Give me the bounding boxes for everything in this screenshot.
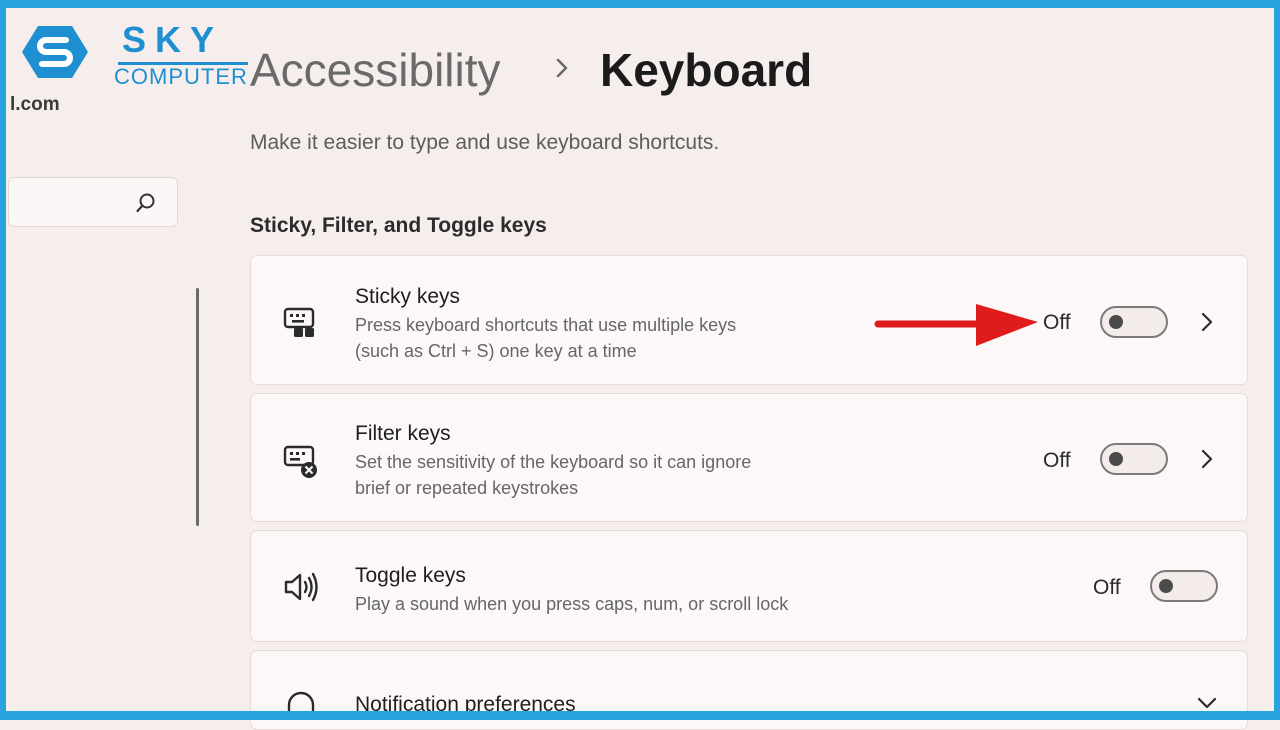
filter-keys-toggle[interactable] [1100, 443, 1168, 475]
logo-brand-bottom: COMPUTER [114, 64, 248, 89]
chevron-right-icon[interactable] [1199, 448, 1215, 470]
search-icon[interactable] [135, 192, 157, 214]
speaker-icon [284, 572, 318, 602]
filter-keys-desc-line2: brief or repeated keystrokes [355, 478, 579, 498]
toggle-knob [1109, 452, 1123, 466]
logo-mark-icon [22, 26, 88, 78]
sticky-keys-card[interactable]: Sticky keys Press keyboard shortcuts tha… [250, 255, 1248, 385]
keyboard-sticky-icon [283, 307, 315, 337]
notification-preferences-title: Notification preferences [355, 693, 576, 716]
annotation-arrow-icon [874, 304, 1038, 346]
bell-icon [287, 691, 315, 717]
keyboard-filter-icon [283, 445, 317, 478]
sky-computer-logo: SKY COMPUTER [22, 22, 248, 92]
sticky-keys-desc-line1: Press keyboard shortcuts that use multip… [355, 315, 737, 335]
chevron-down-icon[interactable] [1196, 695, 1218, 711]
sticky-keys-toggle[interactable] [1100, 306, 1168, 338]
logo-brand-top: SKY [122, 19, 224, 60]
notification-preferences-card[interactable]: Notification preferences [250, 650, 1248, 730]
page-subtitle: Make it easier to type and use keyboard … [250, 131, 720, 154]
toggle-keys-card[interactable]: Toggle keys Play a sound when you press … [250, 530, 1248, 642]
toggle-keys-title: Toggle keys [355, 564, 466, 587]
toggle-keys-desc: Play a sound when you press caps, num, o… [355, 594, 789, 614]
toggle-knob [1159, 579, 1173, 593]
account-email: l.com [10, 94, 60, 115]
toggle-keys-state-label: Off [1093, 576, 1121, 599]
breadcrumb-chevron-icon [556, 58, 568, 78]
sticky-keys-state-label: Off [1043, 311, 1071, 334]
settings-search-input[interactable] [8, 177, 178, 227]
sidebar-scrollbar[interactable] [196, 288, 199, 526]
sticky-keys-desc-line2: (such as Ctrl + S) one key at a time [355, 341, 637, 361]
toggle-knob [1109, 315, 1123, 329]
filter-keys-card[interactable]: Filter keys Set the sensitivity of the k… [250, 393, 1248, 522]
filter-keys-desc-line1: Set the sensitivity of the keyboard so i… [355, 452, 752, 472]
section-heading: Sticky, Filter, and Toggle keys [250, 214, 547, 237]
filter-keys-state-label: Off [1043, 449, 1071, 472]
page-title: Keyboard [600, 44, 813, 96]
filter-keys-title: Filter keys [355, 422, 451, 445]
sticky-keys-title: Sticky keys [355, 285, 461, 308]
chevron-right-icon[interactable] [1199, 311, 1215, 333]
breadcrumb-accessibility[interactable]: Accessibility [250, 42, 501, 98]
toggle-keys-toggle[interactable] [1150, 570, 1218, 602]
